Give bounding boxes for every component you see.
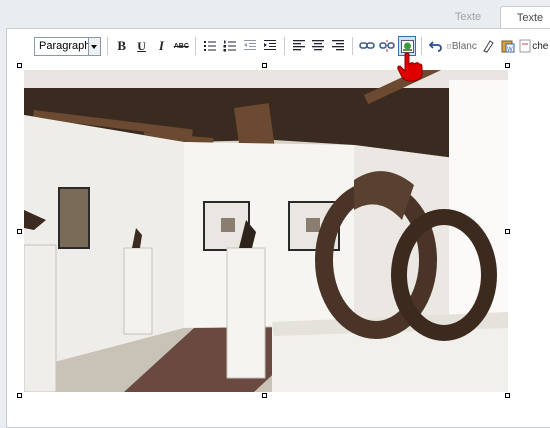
format-select[interactable]: Paragraph [34,36,101,56]
blanc-label: Blanc [451,40,477,52]
bullet-list-icon[interactable] [201,36,219,56]
strikethrough-button[interactable]: ABC [172,36,190,56]
editor-toolbar: Paragraph B U I ABC Blanc W che [30,34,550,58]
resize-handle-top-left[interactable] [17,63,22,68]
format-select-value: Paragraph [39,39,91,52]
search-label: che [532,40,549,52]
link-icon[interactable] [358,36,376,56]
resize-handle-top[interactable] [262,63,267,68]
search-icon[interactable]: che [519,36,549,56]
hand-cursor-icon [396,52,424,87]
chevron-down-icon[interactable] [87,37,100,55]
tab-texte-inactive[interactable]: Texte [440,6,496,28]
undo-icon[interactable] [427,36,445,56]
svg-text:W: W [507,47,513,53]
resize-handle-left[interactable] [17,229,22,234]
resize-handle-bottom[interactable] [262,393,267,398]
toolbar-separator [195,37,197,55]
gallery-photo[interactable] [24,70,508,392]
tab-texte-active[interactable]: Texte [500,6,550,28]
resize-handle-right[interactable] [505,229,510,234]
italic-button[interactable]: I [152,36,170,56]
toolbar-separator [352,37,354,55]
align-right-icon[interactable] [329,36,347,56]
toolbar-separator [283,37,285,55]
bold-button[interactable]: B [113,36,131,56]
paste-word-icon[interactable]: W [499,36,517,56]
paste-plain-text-icon[interactable]: Blanc [446,36,477,56]
resize-handle-top-right[interactable] [505,63,510,68]
align-center-icon[interactable] [310,36,328,56]
toolbar-separator [106,37,108,55]
align-left-icon[interactable] [290,36,308,56]
underline-button[interactable]: U [133,36,151,56]
indent-icon[interactable] [261,36,279,56]
resize-handle-bottom-right[interactable] [505,393,510,398]
unlink-icon[interactable] [378,36,396,56]
clean-format-icon[interactable] [479,36,497,56]
numbered-list-icon[interactable] [221,36,239,56]
outdent-icon[interactable] [241,36,259,56]
resize-handle-bottom-left[interactable] [17,393,22,398]
